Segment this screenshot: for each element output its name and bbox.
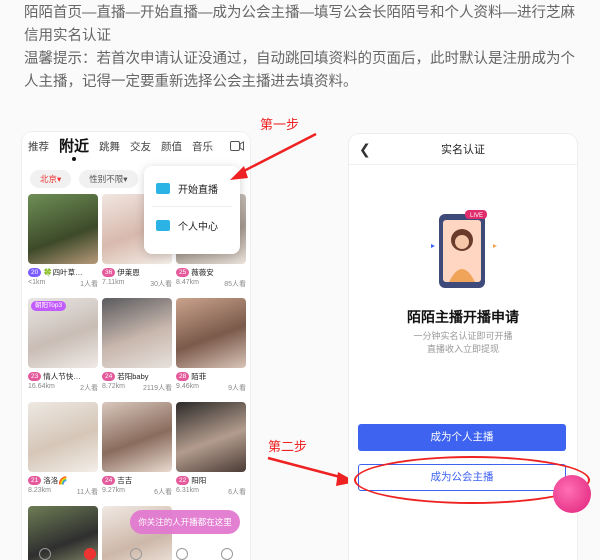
streamer-name: 洛洛🌈	[43, 476, 68, 485]
avatar	[102, 402, 172, 472]
home-icon[interactable]	[38, 548, 51, 560]
distance: 9.27km	[102, 487, 125, 494]
profile-icon	[156, 219, 170, 231]
floating-touch-dot[interactable]	[553, 475, 591, 513]
age-badge: 36	[102, 268, 116, 277]
distance: 16.64km	[28, 383, 55, 390]
viewers: 9人看	[228, 385, 246, 392]
list-item[interactable]: 28 陌菲 9.46km 9人看	[176, 298, 246, 393]
gender-filter[interactable]: 性别不限▾	[79, 170, 138, 188]
header: ❮ 实名认证	[349, 134, 577, 165]
avatar	[28, 402, 98, 472]
tab-music[interactable]: 音乐	[192, 139, 213, 160]
tab-dance[interactable]: 跳舞	[99, 139, 120, 160]
personal-anchor-button[interactable]: 成为个人主播	[358, 424, 566, 451]
age-badge: 28	[176, 372, 190, 381]
streamer-name: 情人节快…	[43, 372, 81, 381]
age-badge: 24	[102, 372, 116, 381]
apply-subtitle: 一分钟实名认证即可开播 直播收入立即提现	[349, 330, 577, 356]
page-title: 实名认证	[441, 144, 485, 156]
personal-center-label: 个人中心	[178, 221, 218, 233]
camera-icon	[156, 182, 170, 194]
tab-social[interactable]: 交友	[130, 139, 151, 160]
live-phone-illustration: LIVE	[413, 204, 513, 324]
tab-nearby[interactable]: 附近	[59, 135, 89, 161]
viewers: 30人看	[150, 281, 172, 288]
age-badge: 25	[176, 268, 190, 277]
distance: <1km	[28, 279, 46, 286]
tab-recommend[interactable]: 推荐	[28, 139, 49, 160]
streamer-name: 伊莱恩	[117, 268, 140, 277]
age-badge: 24	[102, 476, 116, 485]
avatar	[28, 194, 98, 264]
list-item[interactable]: 22 阳阳 6.31km 6人看	[176, 402, 246, 497]
distance: 8.47km	[176, 279, 199, 286]
age-badge: 21	[28, 476, 42, 485]
tab-bar: 推荐 附近 跳舞 交友 颜值 音乐	[22, 132, 250, 161]
age-badge: 22	[176, 476, 190, 485]
apply-title: 陌陌主播开播申请	[407, 309, 519, 325]
age-badge: 23	[28, 372, 42, 381]
avatar	[176, 298, 246, 368]
viewers: 11人看	[76, 489, 98, 496]
bottom-nav	[22, 548, 250, 560]
list-item[interactable]: 20 🍀四叶草… <1km 1人看	[28, 194, 98, 289]
viewers: 2人看	[80, 385, 98, 392]
live-icon[interactable]	[84, 548, 97, 560]
follow-live-pill[interactable]: 你关注的人开播都在这里	[130, 510, 240, 534]
streamer-name: 陌菲	[191, 372, 207, 381]
svg-text:LIVE: LIVE	[470, 213, 483, 219]
streamer-name: 薇薇安	[191, 268, 214, 277]
discover-icon[interactable]	[175, 548, 188, 560]
distance: 8.72km	[102, 383, 125, 390]
avatar	[102, 298, 172, 368]
rank-tag: 朝阳Top3	[31, 301, 67, 311]
streamer-name: 阳阳	[191, 476, 207, 485]
viewers: 85人看	[224, 281, 246, 288]
viewers: 1人看	[80, 281, 98, 288]
intro-tip: 温馨提示：若首次申请认证没通过，自动跳回填资料的页面后，此时默认是注册成为个人主…	[24, 51, 575, 90]
city-filter[interactable]: 北京▾	[30, 170, 72, 188]
back-icon[interactable]: ❮	[359, 141, 371, 158]
start-live-label: 开始直播	[178, 184, 218, 196]
subtitle-line: 直播收入立即提现	[426, 344, 499, 354]
list-item[interactable]: 24 吉吉 9.27km 6人看	[102, 402, 172, 497]
message-icon[interactable]	[129, 548, 142, 560]
streamer-name: 🍀四叶草…	[43, 268, 83, 277]
list-item[interactable]: 21 洛洛🌈 8.23km 11人看	[28, 402, 98, 497]
viewers: 6人看	[228, 489, 246, 496]
age-badge: 20	[28, 268, 42, 277]
viewers: 6人看	[154, 489, 172, 496]
list-item[interactable]: 朝阳Top3 23 情人节快… 16.64km 2人看	[28, 298, 98, 393]
streamer-name: 吉吉	[117, 476, 133, 485]
streamer-name: 若阳baby	[117, 372, 149, 381]
intro-flow: 陌陌首页—直播—开始直播—成为公会主播—填写公会长陌陌号和个人资料—进行芝麻信用…	[24, 5, 575, 44]
avatar: 朝阳Top3	[28, 298, 98, 368]
distance: 9.46km	[176, 383, 199, 390]
viewers: 2119人看	[142, 385, 172, 392]
distance: 6.31km	[176, 487, 199, 494]
tab-looks[interactable]: 颜值	[161, 139, 182, 160]
arrow-annotation-1	[230, 132, 317, 180]
distance: 7.11km	[102, 279, 125, 286]
personal-center-item[interactable]: 个人中心	[144, 207, 240, 243]
arrow-annotation-2	[267, 456, 356, 486]
profile-icon[interactable]	[221, 548, 234, 560]
avatar	[176, 402, 246, 472]
list-item[interactable]: 24 若阳baby 8.72km 2119人看	[102, 298, 172, 393]
intro-text: 陌陌首页—直播—开始直播—成为公会主播—填写公会长陌陌号和个人资料—进行芝麻信用…	[24, 2, 584, 94]
subtitle-line: 一分钟实名认证即可开播	[413, 331, 513, 341]
distance: 8.23km	[28, 487, 51, 494]
